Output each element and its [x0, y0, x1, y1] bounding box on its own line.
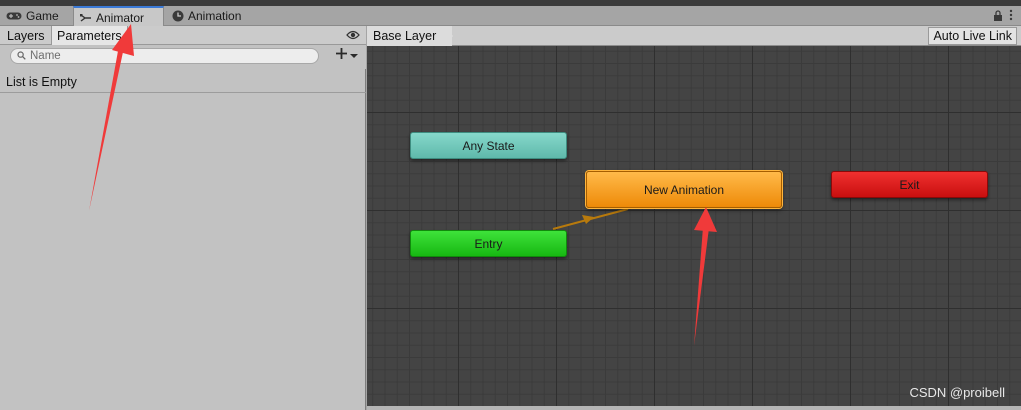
tab-label: Game: [26, 9, 59, 23]
chevron-down-icon: [350, 48, 358, 62]
add-parameter-button[interactable]: [335, 47, 358, 63]
tab-bar-controls: [993, 9, 1013, 24]
search-row: [0, 45, 366, 69]
tab-game[interactable]: Game: [0, 6, 65, 26]
breadcrumb[interactable]: Base Layer: [367, 26, 453, 46]
animator-icon: [80, 13, 92, 23]
graph-bottom-border: [367, 406, 1021, 410]
left-panel-tabs: Layers Parameters: [0, 26, 366, 45]
state-new-animation[interactable]: New Animation: [586, 171, 782, 208]
tab-label: Parameters: [57, 28, 122, 43]
gamepad-icon: [6, 11, 22, 21]
more-options-icon[interactable]: [1009, 9, 1013, 24]
search-field: [10, 48, 319, 64]
auto-live-link-toggle[interactable]: Auto Live Link: [928, 27, 1017, 45]
state-any-state[interactable]: Any State: [410, 132, 567, 159]
tab-label: Animator: [96, 10, 145, 25]
breadcrumb-arrow: [445, 26, 453, 46]
tab-label: Animation: [188, 9, 242, 23]
plus-icon: [335, 47, 348, 63]
tab-parameters[interactable]: Parameters: [51, 26, 128, 45]
animator-graph-canvas[interactable]: [367, 26, 1021, 410]
parameters-panel: Layers Parameters List is Empty: [0, 26, 366, 410]
state-entry[interactable]: Entry: [410, 230, 567, 257]
eye-icon[interactable]: [346, 29, 360, 44]
graph-header: Base Layer Auto Live Link: [367, 26, 1021, 46]
editor-tab-bar: Game Animator Animation: [0, 6, 1021, 27]
empty-list-message: List is Empty: [0, 71, 366, 93]
search-input[interactable]: [30, 50, 310, 62]
tab-label: Layers: [7, 28, 45, 43]
lock-icon[interactable]: [993, 9, 1003, 24]
watermark: CSDN @proibell: [909, 385, 1005, 400]
clock-icon: [172, 10, 184, 22]
search-icon: [17, 49, 26, 63]
tab-layers[interactable]: Layers: [2, 26, 50, 45]
tab-animation[interactable]: Animation: [166, 6, 247, 26]
state-exit[interactable]: Exit: [831, 171, 988, 198]
tab-animator[interactable]: Animator: [73, 6, 164, 27]
